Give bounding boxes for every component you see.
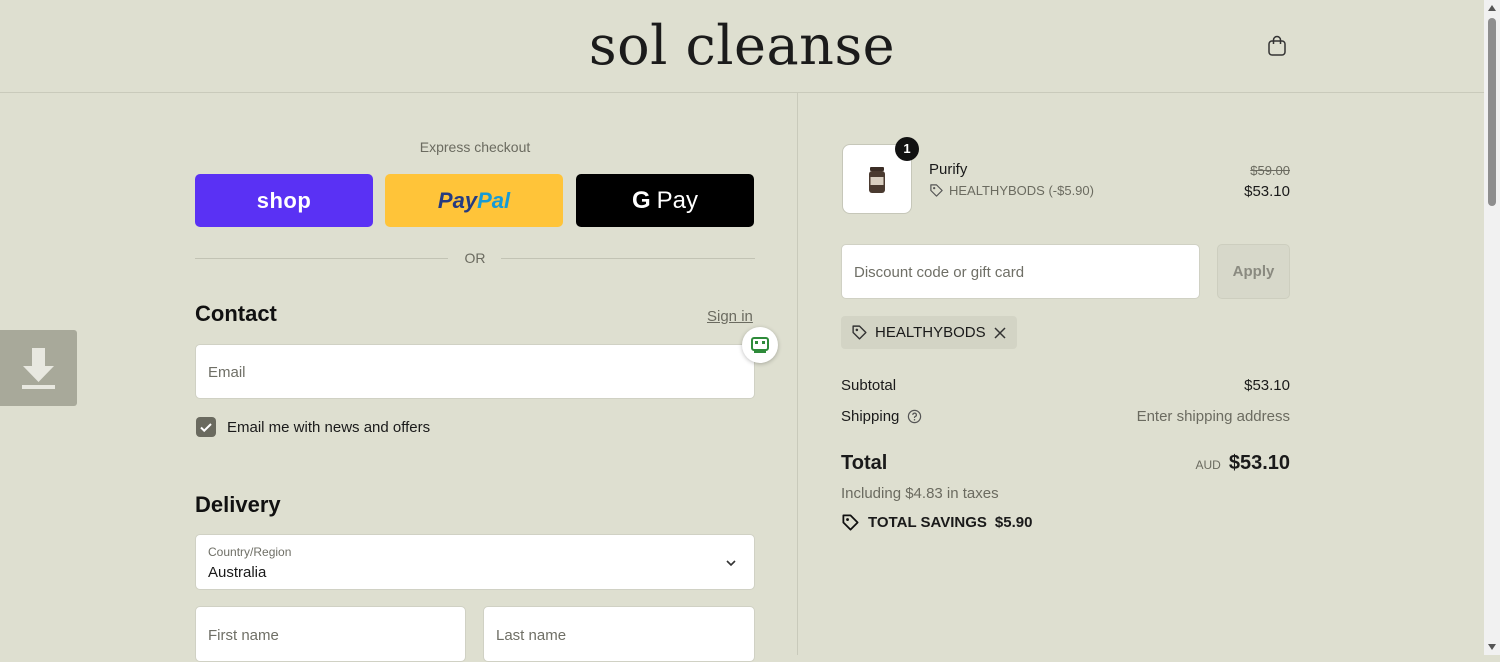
checkmark-icon <box>200 423 212 433</box>
quantity-badge: 1 <box>895 137 919 161</box>
google-g-icon: G <box>631 186 651 214</box>
header: sol cleanse <box>0 0 1484 93</box>
product-discount-text: HEALTHYBODS (-$5.90) <box>949 183 1094 198</box>
paypal-label-b: Pal <box>477 187 511 213</box>
help-icon[interactable] <box>907 409 922 424</box>
download-button[interactable] <box>0 330 77 406</box>
shipping-label: Shipping <box>841 408 900 425</box>
download-icon <box>22 348 55 389</box>
country-select[interactable]: Country/Region Australia <box>195 534 755 590</box>
product-name: Purify <box>929 161 968 178</box>
discount-placeholder: Discount code or gift card <box>854 264 1025 281</box>
shop-pay-label: shop <box>256 187 312 213</box>
scrollbar-thumb[interactable] <box>1488 18 1496 206</box>
shipping-value: Enter shipping address <box>1136 408 1290 425</box>
or-divider-left <box>195 258 448 259</box>
last-name-placeholder: Last name <box>496 627 567 644</box>
shop-pay-button[interactable]: shop <box>195 174 373 227</box>
total-label: Total <box>841 452 888 474</box>
savings-label: TOTAL SAVINGS <box>868 514 987 531</box>
close-icon[interactable] <box>993 326 1007 340</box>
product-price: $53.10 <box>1244 183 1290 200</box>
tag-icon <box>852 325 867 340</box>
or-label: OR <box>464 250 486 266</box>
brand-logo[interactable]: sol cleanse <box>0 14 1484 78</box>
sign-in-link[interactable]: Sign in <box>707 308 753 325</box>
email-field[interactable]: Email <box>195 344 755 399</box>
total-amount: $53.10 <box>1228 452 1290 474</box>
currency-code: AUD <box>1195 458 1221 472</box>
country-value: Australia <box>208 564 267 581</box>
news-checkbox[interactable] <box>196 417 216 437</box>
express-checkout-title: Express checkout <box>419 139 531 155</box>
paypal-label-a: Pay <box>437 187 478 213</box>
total-savings: TOTAL SAVINGS $5.90 <box>841 513 1032 532</box>
autofill-helper-icon[interactable] <box>742 327 778 363</box>
shipping-row: Shipping <box>841 408 922 425</box>
country-label: Country/Region <box>208 545 292 559</box>
last-name-field[interactable]: Last name <box>483 606 755 662</box>
google-pay-button[interactable]: G Pay <box>576 174 754 227</box>
subtotal-label: Subtotal <box>841 377 897 394</box>
paypal-button[interactable]: Pay Pal <box>385 174 563 227</box>
discount-code-field[interactable]: Discount code or gift card <box>841 244 1200 299</box>
applied-discount-code: HEALTHYBODS <box>875 324 986 341</box>
scroll-up-arrow-icon[interactable] <box>1487 4 1497 12</box>
original-price: $59.00 <box>1250 163 1290 178</box>
subtotal-value: $53.10 <box>1244 377 1290 394</box>
first-name-placeholder: First name <box>208 627 279 644</box>
tag-icon <box>842 514 859 531</box>
email-placeholder: Email <box>208 364 246 381</box>
scrollbar[interactable] <box>1484 0 1500 655</box>
product-discount: HEALTHYBODS (-$5.90) <box>929 183 1094 198</box>
savings-value: $5.90 <box>994 514 1033 531</box>
tag-icon <box>930 184 943 197</box>
first-name-field[interactable]: First name <box>195 606 466 662</box>
column-divider <box>797 93 798 655</box>
tax-note: Including $4.83 in taxes <box>841 485 999 502</box>
news-checkbox-label[interactable]: Email me with news and offers <box>227 419 430 436</box>
apply-discount-button[interactable]: Apply <box>1217 244 1290 299</box>
total-value: AUD $53.10 <box>1195 452 1290 475</box>
contact-heading: Contact <box>195 301 277 326</box>
google-pay-label: Pay <box>656 186 699 214</box>
applied-discount-chip: HEALTHYBODS <box>841 316 1017 349</box>
delivery-heading: Delivery <box>195 492 281 517</box>
or-divider-right <box>501 258 755 259</box>
scroll-down-arrow-icon[interactable] <box>1487 643 1497 651</box>
shopping-bag-icon[interactable] <box>1265 34 1289 58</box>
chevron-down-icon <box>726 560 736 567</box>
